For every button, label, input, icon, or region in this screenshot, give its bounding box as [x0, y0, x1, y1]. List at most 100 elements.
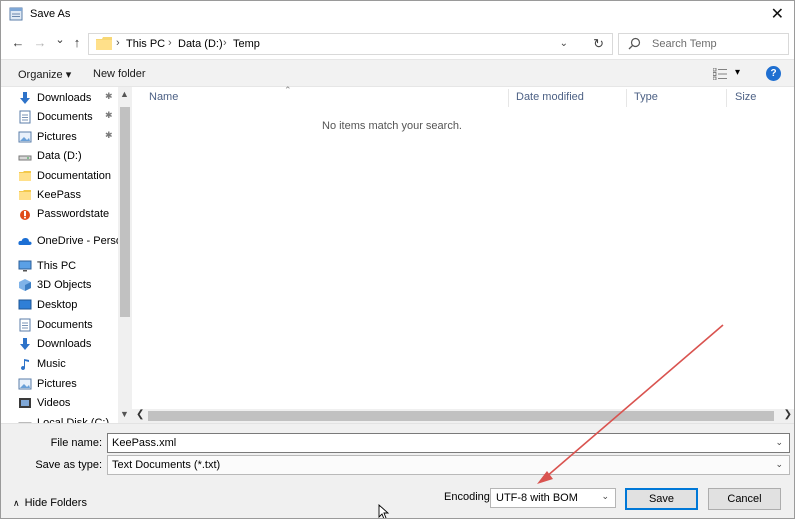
hide-folders-label: Hide Folders: [24, 497, 87, 509]
pictures-icon: [18, 377, 32, 391]
scroll-up-icon[interactable]: ▲: [120, 89, 129, 99]
search-box[interactable]: Search Temp: [618, 33, 789, 55]
sidebar-item-label: Downloads: [37, 337, 92, 350]
sidebar-item-keepass[interactable]: KeePass: [18, 185, 81, 204]
sidebar-item-label: Pictures: [37, 130, 77, 143]
sidebar-item-desktop[interactable]: Desktop: [18, 295, 77, 314]
column-header-type[interactable]: Type: [634, 91, 658, 103]
chevron-down-icon[interactable]: ⌄: [775, 437, 783, 448]
computer-icon: [18, 259, 32, 273]
sidebar-item-label: KeePass: [37, 188, 82, 201]
forward-arrow-icon[interactable]: →: [32, 35, 48, 50]
sidebar-item-3d-objects[interactable]: 3D Objects: [18, 275, 91, 294]
sidebar-item-passwordstate[interactable]: Passwordstate: [18, 204, 109, 223]
close-button[interactable]: ✕: [771, 4, 784, 24]
horizontal-scrollbar[interactable]: ❮ ❯: [132, 409, 794, 423]
chevron-down-icon[interactable]: ⌄: [775, 459, 783, 470]
file-name-label: File name:: [50, 437, 102, 449]
navigation-pane-scrollbar[interactable]: ▲ ▼: [118, 87, 132, 423]
sidebar-item-documentation[interactable]: Documentation: [18, 166, 111, 185]
navigation-row: ← → ⌄ ↑ › This PC › Data (D:) › Temp ⌄ ↻…: [1, 30, 794, 58]
desktop-icon: [18, 298, 32, 312]
cancel-button[interactable]: Cancel: [708, 488, 781, 510]
sidebar-item-pictures[interactable]: Pictures: [18, 127, 77, 146]
breadcrumb-separator: ›: [223, 37, 227, 49]
passwordstate-icon: [18, 207, 32, 221]
file-list[interactable]: ⌃ Name Date modified Type Size No items …: [132, 85, 794, 423]
encoding-label: Encoding:: [444, 491, 493, 503]
sidebar-item-downloads[interactable]: Downloads: [18, 334, 91, 353]
hide-folders-button[interactable]: ∧ Hide Folders: [13, 497, 87, 509]
title-bar: Save As ✕: [1, 1, 794, 29]
sidebar-item-data-d[interactable]: Data (D:): [18, 146, 82, 165]
videos-icon: [18, 396, 32, 410]
notepad-icon: [9, 7, 23, 21]
pin-icon: ✱: [105, 130, 113, 140]
back-arrow-icon[interactable]: ←: [10, 35, 26, 50]
sidebar-item-label: Passwordstate: [37, 207, 110, 220]
save-as-dialog: Save As ✕ ← → ⌄ ↑ › This PC › Data (D:) …: [0, 0, 795, 519]
column-divider[interactable]: [726, 89, 727, 107]
onedrive-icon: [18, 234, 32, 248]
address-bar[interactable]: › This PC › Data (D:) › Temp ⌄ ↻: [88, 33, 613, 55]
empty-message: No items match your search.: [322, 120, 462, 132]
sidebar-item-pictures[interactable]: Pictures: [18, 374, 77, 393]
sidebar-item-this-pc[interactable]: This PC: [18, 256, 76, 275]
mouse-cursor-icon: [378, 504, 390, 518]
sidebar-item-label: 3D Objects: [37, 278, 92, 291]
sidebar-item-onedrive-persor[interactable]: OneDrive - Persor: [18, 231, 126, 250]
breadcrumb-data-d[interactable]: Data (D:): [178, 38, 223, 50]
column-header-name[interactable]: Name: [149, 91, 178, 103]
breadcrumb-temp[interactable]: Temp: [233, 38, 260, 50]
chevron-down-icon: ⌄: [601, 491, 609, 501]
encoding-value: UTF-8 with BOM: [496, 492, 578, 504]
column-divider[interactable]: [626, 89, 627, 107]
save-as-type-select[interactable]: Text Documents (*.txt) ⌄: [107, 455, 790, 475]
breadcrumb-separator: ›: [168, 37, 172, 49]
new-folder-button[interactable]: New folder: [93, 68, 146, 80]
column-header-date-modified[interactable]: Date modified: [516, 91, 584, 103]
scroll-left-icon[interactable]: ❮: [136, 409, 144, 420]
folder-icon: [18, 169, 32, 183]
sidebar-item-local-disk-c[interactable]: Local Disk (C:): [18, 413, 109, 423]
encoding-select[interactable]: UTF-8 with BOM ⌄: [490, 488, 616, 508]
save-button[interactable]: Save: [625, 488, 698, 510]
scrollbar-thumb[interactable]: [120, 107, 130, 317]
sidebar-item-label: Downloads: [37, 91, 92, 104]
sidebar-item-documents[interactable]: Documents: [18, 315, 93, 334]
download-arrow-icon: [18, 337, 32, 351]
sidebar-item-downloads[interactable]: Downloads: [18, 88, 91, 107]
help-icon[interactable]: ?: [766, 66, 781, 81]
pin-icon: ✱: [105, 110, 113, 120]
scroll-down-icon[interactable]: ▼: [120, 409, 129, 419]
document-icon: [18, 110, 32, 124]
navigation-pane: Downloads ✱ Documents ✱ Pictures ✱ Data (D:) Do…: [1, 87, 132, 423]
up-arrow-icon[interactable]: ↑: [69, 35, 85, 50]
save-form: File name: KeePass.xml ⌄ Save as type: T…: [1, 423, 794, 518]
file-name-value: KeePass.xml: [112, 437, 177, 449]
address-dropdown-icon[interactable]: ⌄: [560, 38, 568, 49]
scrollbar-thumb[interactable]: [148, 411, 774, 421]
refresh-icon[interactable]: ↻: [593, 36, 604, 52]
column-divider[interactable]: [508, 89, 509, 107]
view-options-button[interactable]: ▾: [713, 67, 743, 81]
recent-locations-icon[interactable]: ⌄: [52, 33, 68, 46]
sidebar-item-label: Documents: [37, 318, 93, 331]
scroll-right-icon[interactable]: ❯: [784, 409, 792, 420]
sidebar-item-music[interactable]: Music: [18, 354, 66, 373]
organize-button[interactable]: Organize ▾: [18, 68, 71, 81]
music-icon: [18, 357, 32, 371]
sidebar-item-documents[interactable]: Documents: [18, 107, 93, 126]
sidebar-item-videos[interactable]: Videos: [18, 393, 70, 412]
search-icon: [628, 37, 641, 50]
search-input[interactable]: Search Temp: [652, 38, 717, 50]
view-dropdown-icon: ▾: [735, 67, 741, 78]
sidebar-item-label: This PC: [37, 259, 77, 272]
folder-icon: [18, 188, 32, 202]
column-header-size[interactable]: Size: [735, 91, 756, 103]
breadcrumb-this-pc[interactable]: This PC: [126, 38, 165, 50]
breadcrumb-separator: ›: [116, 37, 120, 49]
sidebar-item-label: Desktop: [37, 298, 78, 311]
sidebar-item-label: Videos: [37, 396, 71, 409]
file-name-field[interactable]: KeePass.xml ⌄: [107, 433, 790, 453]
